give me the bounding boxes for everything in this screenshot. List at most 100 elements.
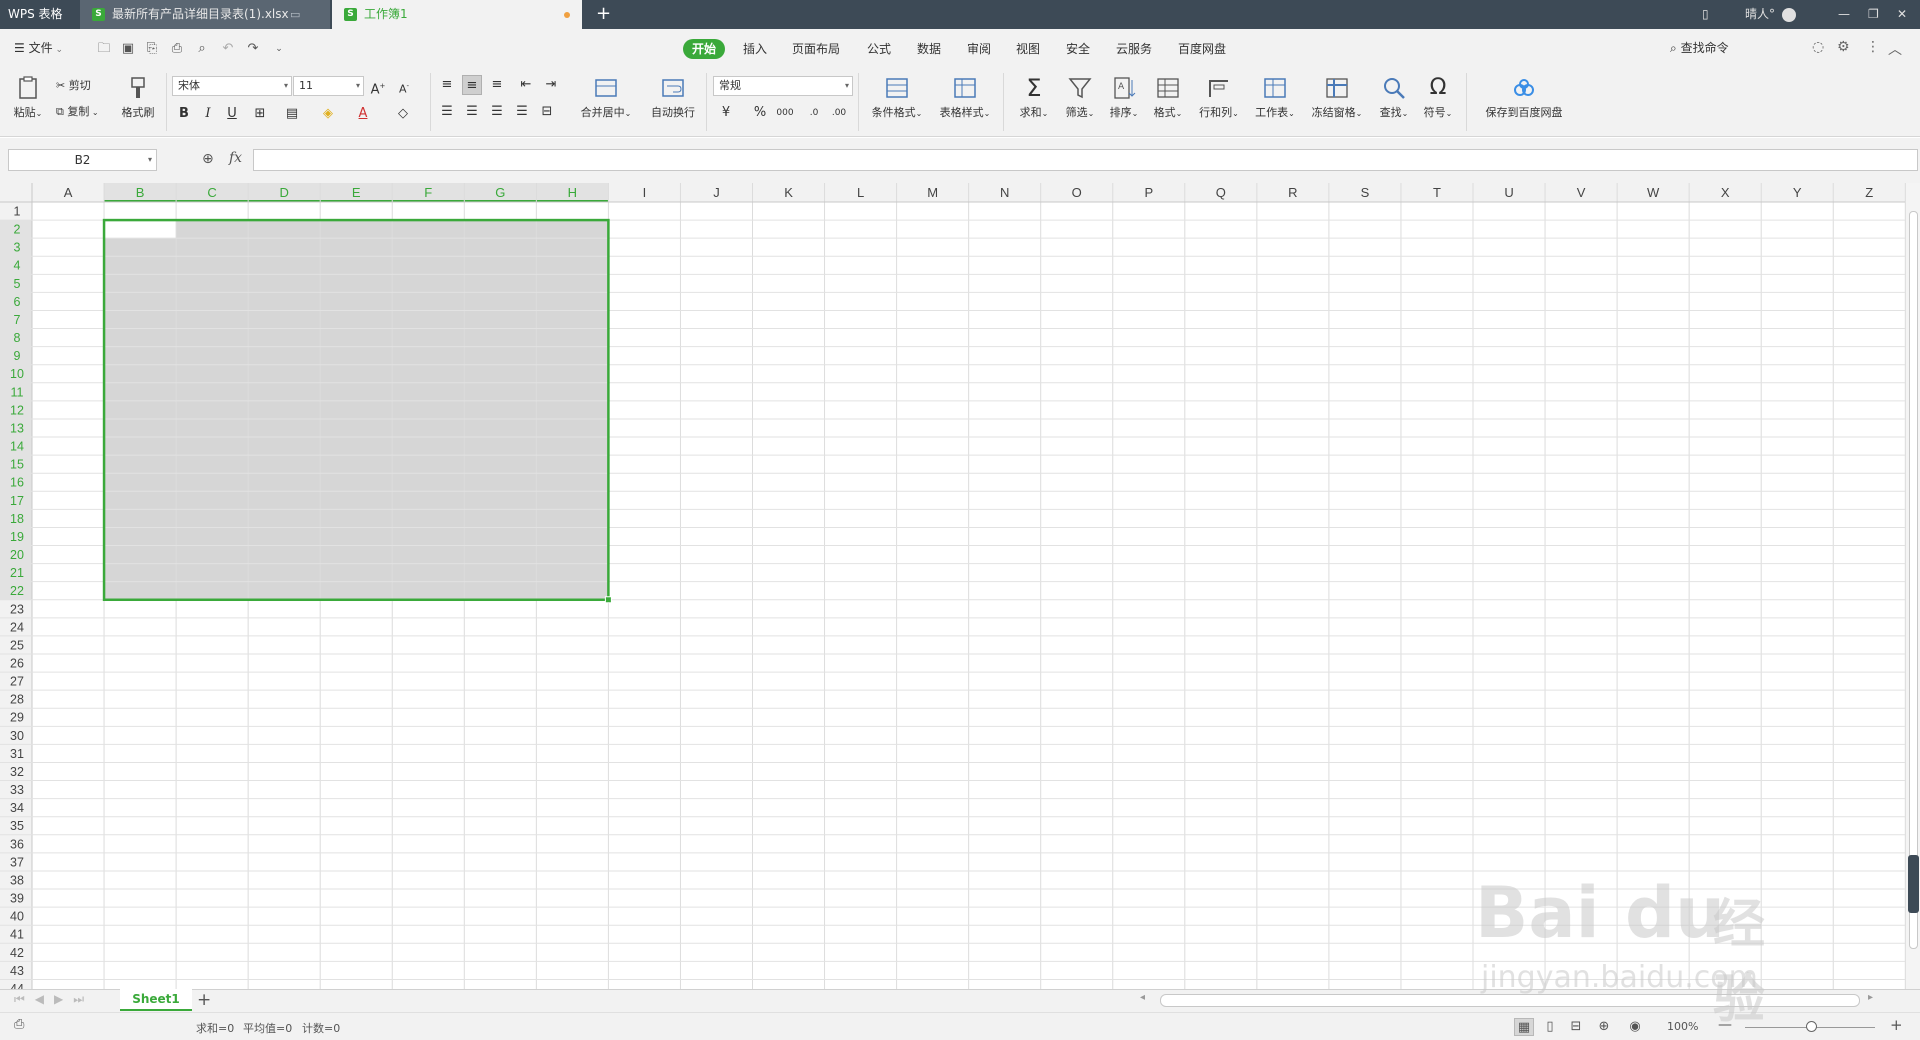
row-header[interactable]: 41 — [10, 928, 24, 942]
row-header[interactable]: 10 — [10, 367, 24, 381]
row-header[interactable]: 33 — [10, 783, 24, 797]
column-header[interactable]: F — [424, 185, 432, 200]
row-header[interactable]: 44 — [10, 982, 24, 989]
zoom-level[interactable]: 100% — [1667, 1020, 1698, 1033]
open-icon[interactable]: 🗀 — [96, 41, 112, 57]
align-center-icon[interactable]: ☰ — [462, 102, 482, 122]
row-header[interactable]: 36 — [10, 837, 24, 851]
add-sheet-button[interactable]: + — [197, 990, 211, 1010]
row-header[interactable]: 29 — [10, 711, 24, 725]
font-size-select[interactable]: 11 ▾ — [293, 76, 364, 96]
row-header[interactable]: 14 — [10, 440, 24, 454]
tab-security[interactable]: 安全 — [1066, 39, 1090, 59]
column-header[interactable]: J — [713, 185, 720, 200]
column-header[interactable]: H — [568, 185, 577, 200]
cut-button[interactable]: ✂ 剪切 — [56, 78, 91, 94]
fill-handle[interactable] — [604, 596, 612, 604]
horizontal-scroll-thumb[interactable] — [1160, 994, 1860, 1007]
font-color-icon[interactable]: A — [353, 104, 373, 124]
row-header[interactable]: 30 — [10, 729, 24, 743]
selection-range[interactable] — [104, 220, 609, 600]
row-header[interactable]: 40 — [10, 910, 24, 924]
row-header[interactable]: 7 — [14, 313, 21, 327]
column-header[interactable]: A — [64, 185, 73, 200]
row-header[interactable]: 27 — [10, 675, 24, 689]
percent-icon[interactable]: % — [750, 103, 770, 123]
horizontal-scrollbar[interactable]: ◂ ▸ — [1140, 992, 1880, 1008]
align-top-icon[interactable]: ≡ — [437, 75, 457, 95]
row-header[interactable]: 34 — [10, 801, 24, 815]
save-icon[interactable]: ▣ — [120, 41, 136, 57]
align-left-icon[interactable]: ☰ — [437, 102, 457, 122]
vertical-scroll-thumb[interactable] — [1909, 211, 1918, 949]
column-header[interactable]: G — [495, 185, 505, 200]
column-header[interactable]: Z — [1865, 185, 1873, 200]
scroll-right-icon[interactable]: ▸ — [1868, 992, 1873, 1003]
tab-review[interactable]: 审阅 — [967, 39, 991, 59]
file-menu[interactable]: ☰ 文件 ⌄ — [14, 39, 63, 56]
merge-center-button[interactable]: 合并居中⌄ — [576, 75, 636, 120]
decrease-decimal-icon[interactable]: .00 — [829, 103, 849, 123]
row-header[interactable]: 35 — [10, 819, 24, 833]
column-header[interactable]: Y — [1793, 185, 1802, 200]
increase-indent-icon[interactable]: ⇥ — [541, 75, 561, 95]
find-button[interactable]: 查找⌄ — [1376, 75, 1412, 120]
row-column-button[interactable]: 行和列⌄ — [1196, 75, 1242, 120]
close-icon[interactable]: ✕ — [1897, 0, 1907, 29]
row-header[interactable]: 32 — [10, 765, 24, 779]
column-header[interactable]: L — [857, 185, 864, 200]
undo-icon[interactable]: ↶ — [220, 41, 236, 57]
cell-style-icon[interactable]: ▤ — [282, 104, 302, 124]
page-break-view-icon[interactable]: ⊟ — [1566, 1018, 1586, 1036]
increase-decimal-icon[interactable]: .0 — [804, 103, 824, 123]
window-mode-icon[interactable]: ▯ — [1702, 0, 1709, 29]
export-pdf-icon[interactable]: ⎘ — [144, 41, 160, 57]
tab-view[interactable]: 视图 — [1016, 39, 1040, 59]
column-header[interactable]: Q — [1216, 185, 1226, 200]
format-button[interactable]: 格式⌄ — [1150, 75, 1186, 120]
name-box[interactable]: B2 ▾ — [8, 149, 157, 171]
row-header[interactable]: 12 — [10, 403, 24, 417]
eye-protection-icon[interactable]: ◉ — [1625, 1018, 1645, 1036]
row-header[interactable]: 38 — [10, 873, 24, 887]
column-header[interactable]: E — [352, 185, 361, 200]
column-header[interactable]: P — [1144, 185, 1153, 200]
wrap-text-button[interactable]: 自动换行 — [645, 75, 701, 120]
minimize-icon[interactable]: — — [1838, 0, 1850, 29]
user-name[interactable]: 晴人° — [1745, 0, 1775, 29]
cell-grid-canvas[interactable]: A B C D E F G H I J K L M N O P Q R S T U V W X Y Z12345678910111… — [0, 183, 1905, 989]
column-header[interactable]: N — [1000, 185, 1009, 200]
row-header[interactable]: 11 — [11, 385, 24, 399]
row-header[interactable]: 5 — [14, 277, 21, 291]
sum-button[interactable]: Σ 求和⌄ — [1016, 75, 1052, 120]
find-command[interactable]: ⌕ 查找命令 — [1670, 39, 1729, 56]
eraser-icon[interactable]: ◇ — [393, 104, 413, 124]
paste-button[interactable]: 粘贴⌄ — [10, 75, 46, 120]
vertical-scrollbar[interactable] — [1905, 183, 1920, 989]
zoom-in-icon[interactable]: + — [1890, 1016, 1903, 1034]
row-header[interactable]: 37 — [10, 855, 24, 869]
tab-baidu-netdisk[interactable]: 百度网盘 — [1178, 39, 1226, 59]
sheet-nav-arrows[interactable]: ⏮◀▶⏭ — [14, 992, 94, 1007]
row-header[interactable]: 28 — [10, 693, 24, 707]
monitor-icon[interactable]: ▭ — [290, 0, 300, 29]
row-header[interactable]: 20 — [10, 548, 24, 562]
scroll-grip[interactable] — [1908, 855, 1919, 913]
customize-toolbar-icon[interactable]: ⌄ — [271, 41, 287, 57]
new-tab-button[interactable]: + — [596, 0, 611, 28]
italic-icon[interactable]: I — [198, 104, 218, 124]
row-header[interactable]: 25 — [10, 638, 24, 652]
fill-color-icon[interactable]: ◈ — [318, 104, 338, 124]
borders-icon[interactable]: ⊞ — [250, 104, 270, 124]
reading-mode-icon[interactable]: ⊕ — [1594, 1018, 1614, 1036]
print-preview-icon[interactable]: ⌕ — [194, 41, 210, 57]
row-header[interactable]: 39 — [10, 892, 24, 906]
tab-insert[interactable]: 插入 — [743, 39, 767, 59]
row-header[interactable]: 4 — [14, 259, 21, 273]
row-header[interactable]: 18 — [10, 512, 24, 526]
column-header[interactable]: K — [784, 185, 793, 200]
justify-icon[interactable]: ☰ — [512, 102, 532, 122]
format-painter-button[interactable]: 格式刷 — [118, 75, 158, 120]
row-header[interactable]: 16 — [10, 476, 24, 490]
column-header[interactable]: S — [1361, 185, 1370, 200]
